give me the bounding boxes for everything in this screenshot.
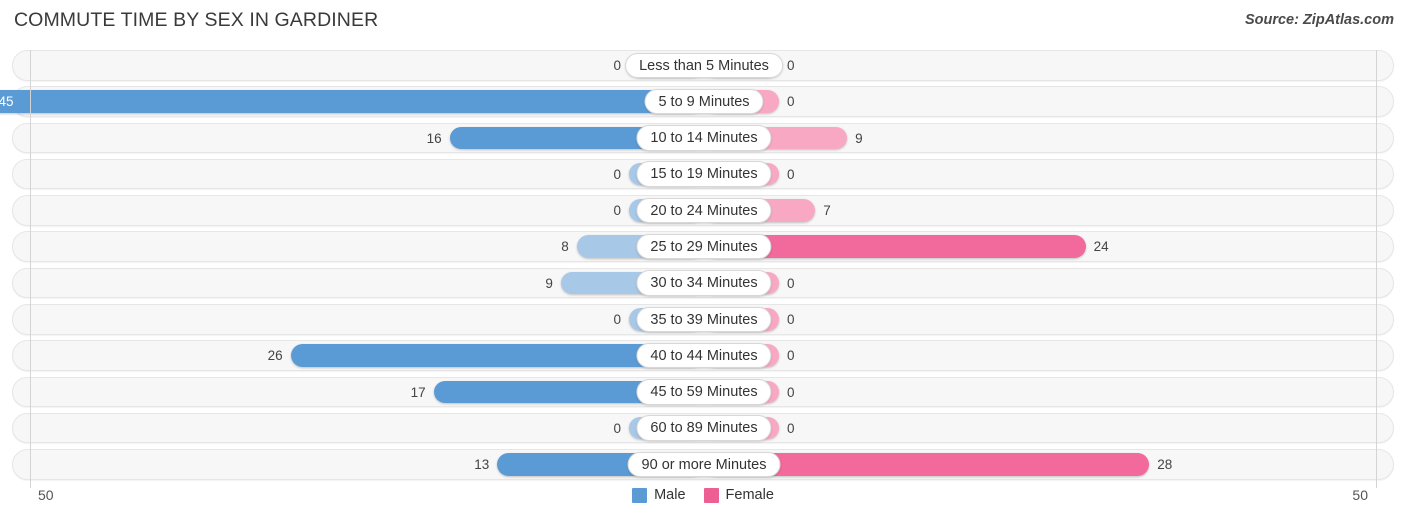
table-row: 0 7 20 to 24 Minutes [12, 195, 1394, 226]
value-label-male: 0 [613, 420, 621, 436]
legend-item-male[interactable]: Male [632, 487, 686, 503]
value-label-male: 17 [410, 384, 426, 400]
table-row: 0 0 35 to 39 Minutes [12, 304, 1394, 335]
plot-area: 0 0 Less than 5 Minutes 45 0 5 to 9 Minutes 16… [0, 44, 1406, 488]
value-label-male: 26 [267, 348, 283, 364]
value-label-female: 0 [787, 384, 795, 400]
value-label-female: 0 [787, 166, 795, 182]
category-label: 45 to 59 Minutes [636, 379, 772, 405]
category-label: 25 to 29 Minutes [636, 233, 772, 260]
source-attribution: Source: ZipAtlas.com [1244, 12, 1394, 28]
table-row: 0 0 60 to 89 Minutes [12, 412, 1394, 444]
category-label: 40 to 44 Minutes [636, 342, 772, 369]
bar-male[interactable] [0, 90, 704, 113]
category-label: 5 to 9 Minutes [644, 88, 764, 115]
chart-header: COMMUTE TIME BY SEX IN GARDINER Source: … [0, 0, 1406, 44]
value-label-female: 24 [1093, 239, 1109, 255]
value-label-female: 0 [787, 348, 795, 364]
legend-label-male: Male [654, 487, 686, 503]
category-label: 30 to 34 Minutes [636, 270, 772, 296]
table-row: 0 0 Less than 5 Minutes [12, 50, 1394, 81]
value-label-male: 16 [426, 130, 442, 146]
value-label-male: 9 [545, 275, 553, 291]
value-label-female: 0 [787, 94, 795, 110]
category-label: 35 to 39 Minutes [636, 306, 772, 333]
value-label-female: 0 [787, 275, 795, 291]
category-label: 15 to 19 Minutes [636, 161, 772, 187]
category-label: 90 or more Minutes [627, 451, 781, 478]
value-label-female: 9 [855, 130, 863, 146]
legend: Male Female [0, 487, 1406, 503]
legend-item-female[interactable]: Female [703, 487, 774, 503]
value-label-female: 7 [823, 203, 831, 219]
table-row: 0 0 15 to 19 Minutes [12, 158, 1394, 190]
value-label-male: 0 [613, 58, 621, 73]
value-label-male: 45 [0, 94, 14, 110]
value-label-male: 8 [561, 239, 569, 255]
category-label: 20 to 24 Minutes [636, 197, 772, 224]
axis-line-right [1376, 50, 1377, 488]
value-label-female: 0 [787, 58, 795, 73]
table-row: 13 28 90 or more Minutes [12, 449, 1394, 480]
page-title: COMMUTE TIME BY SEX IN GARDINER [14, 9, 379, 31]
category-label: Less than 5 Minutes [625, 52, 783, 78]
value-label-female: 0 [787, 420, 795, 436]
commute-time-chart: COMMUTE TIME BY SEX IN GARDINER Source: … [0, 0, 1406, 522]
table-row: 16 9 10 to 14 Minutes [12, 122, 1394, 154]
category-label: 10 to 14 Minutes [636, 125, 772, 151]
table-row: 45 0 5 to 9 Minutes [0, 86, 1394, 117]
axis-line-left [30, 50, 31, 488]
legend-swatch-female-icon [703, 487, 719, 503]
bar-rows: 0 0 Less than 5 Minutes 45 0 5 to 9 Minutes 16… [0, 50, 1394, 486]
table-row: 17 0 45 to 59 Minutes [12, 376, 1394, 408]
value-label-male: 0 [613, 312, 621, 328]
table-row: 26 0 40 to 44 Minutes [12, 340, 1394, 371]
value-label-female: 28 [1157, 457, 1173, 473]
value-label-male: 0 [613, 203, 621, 219]
category-label: 60 to 89 Minutes [636, 415, 772, 441]
value-label-male: 13 [474, 457, 490, 473]
value-label-female: 0 [787, 312, 795, 328]
legend-swatch-male-icon [632, 487, 648, 503]
chart-footer: 50 50 Male Female [0, 482, 1406, 522]
table-row: 8 24 25 to 29 Minutes [12, 231, 1394, 262]
table-row: 9 0 30 to 34 Minutes [12, 267, 1394, 299]
legend-label-female: Female [725, 487, 774, 503]
value-label-male: 0 [613, 166, 621, 182]
